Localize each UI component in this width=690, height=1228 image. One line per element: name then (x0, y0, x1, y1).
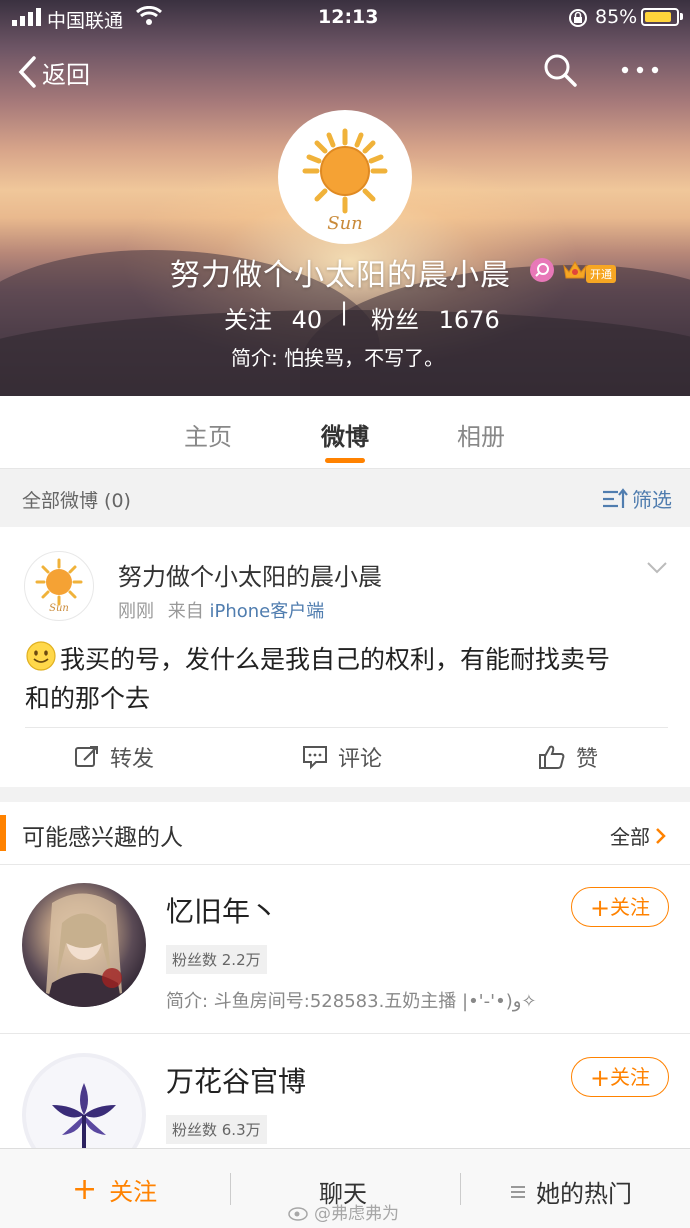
comment-button[interactable]: 评论 (302, 741, 382, 773)
hot-posts-button[interactable]: 她的热门 (510, 1174, 632, 1209)
battery-level (645, 12, 671, 22)
carrier: 中国联通 (47, 10, 124, 32)
user-fans-badge: 粉丝数 6.3万 (166, 1115, 267, 1144)
post-source[interactable]: iPhone客户端 (209, 601, 324, 622)
smile-emoji-icon (25, 640, 57, 676)
plus-icon: + (589, 894, 611, 922)
plus-icon: + (589, 1064, 611, 1092)
thumbs-up-icon (539, 745, 565, 769)
plus-icon: + (72, 1171, 98, 1207)
user-avatar[interactable] (22, 883, 146, 1007)
followers-count: 1676 (438, 306, 500, 334)
user-name[interactable]: 万花谷官博 (166, 1060, 306, 1100)
following-count: 40 (291, 306, 323, 334)
user-name[interactable]: 忆旧年丶 (166, 890, 278, 930)
suggest-title: 可能感兴趣的人 (22, 825, 183, 851)
illustrated-portrait-icon (46, 893, 122, 1007)
avatar-caption: Sun (327, 213, 363, 234)
watermark-text: @弗虑弗为 (314, 1204, 399, 1224)
follow-button[interactable]: +关注 (571, 887, 669, 927)
like-label: 赞 (576, 747, 599, 772)
profile-name: 努力做个小太阳的晨小晨 (170, 258, 511, 293)
bottom-follow-label: 关注 (109, 1178, 158, 1206)
bottom-follow-button[interactable]: + 关注 (72, 1172, 157, 1207)
filter-button[interactable]: 筛选 (602, 484, 672, 513)
post-author-avatar[interactable]: Sun (24, 551, 94, 621)
chevron-right-icon (656, 827, 666, 844)
orientation-lock-icon (568, 8, 588, 32)
post-source-prefix: 来自 (167, 601, 204, 622)
watermark: @弗虑弗为 (288, 1199, 399, 1224)
post-actions-divider (25, 727, 668, 728)
post-menu-chevron-icon[interactable] (646, 560, 668, 579)
post-time: 刚刚 (118, 601, 154, 622)
avatar-caption: Sun (49, 603, 69, 614)
tab-album[interactable]: 相册 (457, 417, 505, 452)
clock: 12:13 (318, 6, 379, 28)
wifi-icon (136, 5, 162, 30)
active-tab-indicator (325, 458, 365, 463)
comment-icon (303, 746, 327, 770)
suggest-all-link[interactable]: 全部 (610, 821, 668, 850)
back-label: 返回 (42, 60, 90, 89)
comment-label: 评论 (338, 747, 383, 772)
menu-lines-icon (511, 1185, 525, 1198)
battery-icon (641, 8, 679, 26)
repost-label: 转发 (110, 747, 155, 772)
suggest-accent-bar (0, 815, 6, 851)
following-stat[interactable]: 关注 40 (224, 300, 322, 335)
follow-label: 关注 (610, 895, 651, 919)
followers-label: 粉丝 (371, 306, 419, 334)
filter-icon (603, 487, 628, 508)
user-bio: 简介: 斗鱼房间号:528583.五奶主播 |•'-'•)و✧ (166, 991, 537, 1012)
followers-stat[interactable]: 粉丝 1676 (371, 300, 500, 335)
battery-percent: 85% (595, 6, 638, 28)
like-button[interactable]: 赞 (538, 741, 598, 773)
tab-weibo[interactable]: 微博 (321, 417, 369, 452)
vip-crown-icon[interactable] (562, 258, 588, 286)
follow-label: 关注 (610, 1065, 651, 1089)
suggest-all-label: 全部 (610, 825, 650, 849)
following-label: 关注 (224, 306, 272, 334)
bottom-divider (230, 1173, 231, 1205)
battery-cap (680, 13, 683, 20)
vip-open-badge[interactable]: 开通 (586, 265, 616, 283)
post-count-label: 全部微博 (0) (22, 490, 131, 512)
user-fans-badge: 粉丝数 2.2万 (166, 945, 267, 974)
post-meta: 刚刚 来自 iPhone客户端 (118, 597, 324, 623)
repost-button[interactable]: 转发 (74, 741, 154, 773)
chevron-left-icon (18, 56, 36, 88)
verified-search-icon[interactable] (530, 258, 554, 282)
post-author-name[interactable]: 努力做个小太阳的晨小晨 (118, 557, 382, 592)
bottom-divider (460, 1173, 461, 1205)
repost-icon (75, 746, 98, 767)
profile-bio: 简介: 怕挨骂，不写了。 (231, 346, 445, 370)
profile-avatar[interactable]: Sun (278, 110, 412, 244)
filter-label: 筛选 (632, 488, 672, 512)
weibo-logo-icon (288, 1206, 308, 1221)
post-text-line2: 和的那个去 (25, 684, 151, 713)
back-button[interactable]: 返回 (16, 52, 90, 92)
post-text-line1: 我买的号，发什么是我自己的权利，有能耐找卖号 (60, 645, 611, 674)
stat-divider: | (340, 298, 349, 326)
tab-home[interactable]: 主页 (184, 417, 232, 452)
more-icon[interactable] (620, 62, 660, 82)
hot-posts-label: 她的热门 (536, 1180, 632, 1208)
signal-icon (12, 8, 42, 26)
search-icon[interactable] (542, 52, 578, 92)
follow-button[interactable]: +关注 (571, 1057, 669, 1097)
